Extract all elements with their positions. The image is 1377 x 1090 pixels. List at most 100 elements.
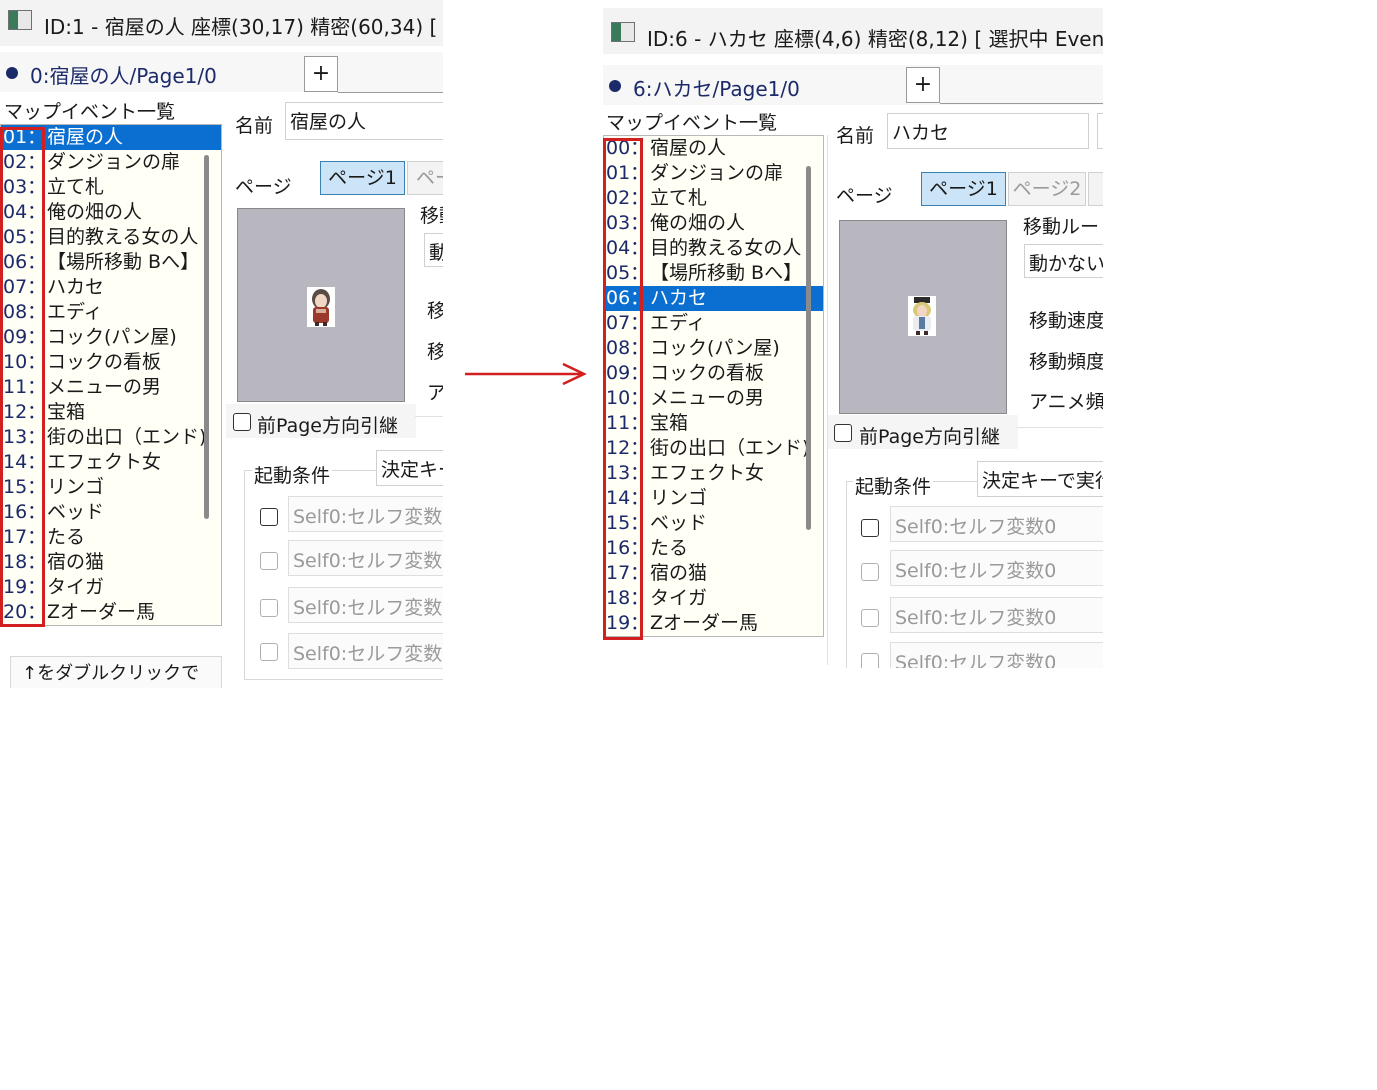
self-var-checkbox-2[interactable] bbox=[260, 552, 278, 570]
trigger-select[interactable]: 決定キー bbox=[376, 450, 443, 486]
add-page-tab-button[interactable]: + bbox=[304, 56, 338, 92]
event-name: メニューの男 bbox=[650, 387, 765, 409]
event-name: 目的教える女の人 bbox=[650, 237, 802, 259]
event-info-text: 0:宿屋の人/Page1/0 bbox=[30, 64, 217, 88]
title-bar: ID:1 - 宿屋の人 座標(30,17) 精密(60,34) [ 選択 bbox=[0, 0, 443, 46]
dir-inherit-label: 前Page方向引継 bbox=[859, 426, 1000, 448]
name-label: 名前 bbox=[836, 125, 875, 147]
graphic-preview[interactable] bbox=[839, 220, 1007, 414]
window-title: ID:1 - 宿屋の人 座標(30,17) 精密(60,34) [ 選択 bbox=[44, 15, 443, 39]
window-title: ID:6 - ハカセ 座標(4,6) 精密(8,12) [ 選択中 Event:… bbox=[647, 27, 1103, 51]
divider bbox=[415, 416, 443, 417]
list-scrollbar[interactable] bbox=[204, 155, 209, 519]
event-name: 街の出口（エンド) bbox=[47, 426, 207, 448]
move-freq-label: 移 bbox=[427, 341, 443, 363]
self-var-field-1[interactable]: Self0:セルフ変数0 bbox=[890, 506, 1103, 542]
self-var-checkbox-3[interactable] bbox=[260, 599, 278, 617]
self-var-field-2[interactable]: Self0:セルフ変数0 bbox=[288, 540, 443, 576]
trigger-label: 起動条件 bbox=[252, 461, 333, 488]
dir-inherit-checkbox[interactable] bbox=[834, 424, 852, 442]
self-var-checkbox-3[interactable] bbox=[861, 609, 879, 627]
right-editor-window: ID:6 - ハカセ 座標(4,6) 精密(8,12) [ 選択中 Event:… bbox=[603, 8, 1103, 668]
self-var-checkbox-4[interactable] bbox=[861, 653, 879, 668]
self-var-checkbox-1[interactable] bbox=[861, 519, 879, 537]
extra-field[interactable] bbox=[1097, 113, 1103, 149]
self-var-checkbox-1[interactable] bbox=[260, 508, 278, 526]
tab-page1[interactable]: ページ1 bbox=[320, 161, 405, 195]
event-name: 宿の猫 bbox=[650, 562, 708, 584]
event-name: Zオーダー馬 bbox=[47, 601, 156, 623]
event-name: Zオーダー馬 bbox=[650, 612, 759, 634]
event-name: 宿の猫 bbox=[47, 551, 105, 573]
right-arrow-icon bbox=[465, 362, 587, 386]
graphic-preview[interactable] bbox=[237, 208, 405, 402]
event-info-text: 6:ハカセ/Page1/0 bbox=[633, 77, 800, 101]
character-sprite-icon bbox=[908, 296, 936, 336]
tab-page3[interactable] bbox=[1088, 172, 1103, 206]
self-var-checkbox-4[interactable] bbox=[260, 643, 278, 661]
name-label: 名前 bbox=[235, 115, 274, 137]
tab-page2[interactable]: ページ2 bbox=[1008, 172, 1086, 206]
event-name: エディ bbox=[47, 301, 103, 323]
event-name: リンゴ bbox=[650, 487, 708, 509]
event-name: 宝箱 bbox=[47, 401, 86, 423]
self-var-field-3[interactable]: Self0:セルフ変数0 bbox=[288, 587, 443, 623]
list-scrollbar[interactable] bbox=[806, 166, 811, 530]
bullet-icon bbox=[609, 80, 621, 92]
event-name: ダンジョンの扉 bbox=[650, 162, 784, 184]
add-page-tab-button[interactable]: + bbox=[906, 67, 940, 103]
self-var-field-4[interactable]: Self0:セルフ変数0 bbox=[890, 642, 1103, 668]
event-name-input[interactable]: 宿屋の人 bbox=[285, 102, 443, 140]
event-name: 俺の畑の人 bbox=[650, 212, 746, 234]
move-freq-label: 移動頻度 bbox=[1029, 351, 1103, 373]
event-name: ベッド bbox=[650, 512, 708, 534]
event-name: 俺の畑の人 bbox=[47, 201, 143, 223]
tab-page2[interactable]: ペー bbox=[407, 161, 443, 195]
tab-divider bbox=[338, 92, 443, 93]
move-route-select[interactable]: 動 bbox=[424, 233, 443, 267]
event-name: 立て札 bbox=[650, 187, 708, 209]
event-name: コック(パン屋) bbox=[47, 326, 177, 348]
event-name: 【場所移動 Bへ】 bbox=[47, 251, 200, 273]
event-name: コックの看板 bbox=[650, 362, 765, 384]
hint-text: ↑をダブルクリックで bbox=[22, 663, 200, 684]
event-name: メニューの男 bbox=[47, 376, 162, 398]
event-name: タイガ bbox=[47, 576, 105, 598]
trigger-select[interactable]: 決定キーで実行 bbox=[977, 461, 1103, 497]
bullet-icon bbox=[6, 67, 18, 79]
self-var-checkbox-2[interactable] bbox=[861, 563, 879, 581]
tab-page1[interactable]: ページ1 bbox=[921, 172, 1006, 206]
event-name: たる bbox=[650, 537, 689, 559]
trigger-label: 起動条件 bbox=[853, 472, 934, 499]
event-name: エフェクト女 bbox=[650, 462, 765, 484]
app-icon bbox=[611, 22, 635, 42]
page-label: ページ bbox=[836, 185, 893, 207]
event-name: ハカセ bbox=[47, 276, 105, 298]
move-speed-label: 移動速度 bbox=[1029, 310, 1103, 332]
event-name: 宝箱 bbox=[650, 412, 689, 434]
self-var-field-2[interactable]: Self0:セルフ変数0 bbox=[890, 550, 1103, 586]
anim-freq-label: アニメ頻度 bbox=[1029, 391, 1103, 413]
event-name: 宿屋の人 bbox=[650, 137, 727, 159]
event-name: たる bbox=[47, 526, 86, 548]
self-var-field-4[interactable]: Self0:セルフ変数0 bbox=[288, 633, 443, 669]
event-info-bar: 0:宿屋の人/Page1/0 bbox=[0, 52, 443, 92]
event-info-bar: 6:ハカセ/Page1/0 bbox=[603, 65, 1103, 105]
event-list-label: マップイベント一覧 bbox=[4, 101, 176, 123]
event-name: 【場所移動 Bへ】 bbox=[650, 262, 803, 284]
tab-divider bbox=[940, 103, 1103, 104]
self-var-field-3[interactable]: Self0:セルフ変数0 bbox=[890, 597, 1103, 633]
event-name: コック(パン屋) bbox=[650, 337, 780, 359]
event-name-input[interactable]: ハカセ bbox=[887, 113, 1089, 149]
anim-freq-label: ア bbox=[427, 382, 443, 404]
move-route-select[interactable]: 動かない bbox=[1024, 244, 1103, 278]
dir-inherit-checkbox[interactable] bbox=[233, 413, 251, 431]
title-bar: ID:6 - ハカセ 座標(4,6) 精密(8,12) [ 選択中 Event:… bbox=[603, 8, 1103, 54]
move-route-label: 移動ルート bbox=[1023, 216, 1103, 238]
event-list-label: マップイベント一覧 bbox=[606, 112, 778, 134]
dir-inherit-label: 前Page方向引継 bbox=[257, 415, 398, 437]
character-sprite-icon bbox=[307, 287, 335, 327]
self-var-field-1[interactable]: Self0:セルフ変数0 bbox=[288, 496, 443, 532]
event-name: タイガ bbox=[650, 587, 708, 609]
event-name: 宿屋の人 bbox=[47, 126, 124, 148]
